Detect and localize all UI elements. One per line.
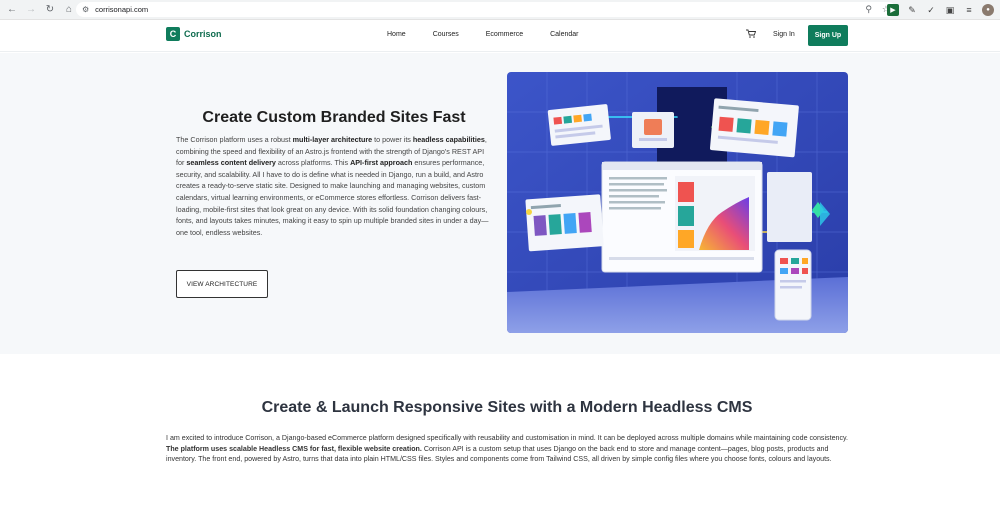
address-bar[interactable]: ⚙ corrisonapi.com ⚲ ☆ (76, 2, 896, 17)
nav-calendar[interactable]: Calendar (550, 31, 578, 38)
extensions-area: ▶ ✎ ✓ ▣ ≡ ● (887, 3, 994, 17)
site-logo[interactable]: C Corrison (166, 27, 222, 41)
hero-description: The Corrison platform uses a robust mult… (176, 135, 489, 237)
hero-section: Create Custom Branded Sites Fast The Cor… (0, 53, 1000, 354)
cart-icon[interactable] (746, 29, 757, 41)
back-button[interactable]: ← (5, 3, 19, 17)
tune-icon[interactable]: ⚙ (82, 5, 89, 14)
logo-text: Corrison (184, 29, 222, 39)
hero-illustration (507, 72, 848, 333)
section-description: I am excited to introduce Corrison, a Dj… (166, 434, 848, 464)
nav-courses[interactable]: Courses (433, 31, 459, 38)
profile-avatar[interactable]: ● (982, 4, 994, 16)
nav-home[interactable]: Home (387, 31, 406, 38)
logo-mark: C (166, 27, 180, 41)
site-header: C Corrison Home Courses Ecommerce Calend… (0, 20, 1000, 52)
home-button[interactable]: ⌂ (62, 3, 76, 17)
sign-up-button[interactable]: Sign Up (808, 25, 848, 46)
main-nav: Home Courses Ecommerce Calendar (387, 31, 606, 38)
view-architecture-button[interactable]: VIEW ARCHITECTURE (176, 270, 268, 298)
forward-button[interactable]: → (24, 3, 38, 17)
browser-toolbar: ← → ↻ ⌂ ⚙ corrisonapi.com ⚲ ☆ ▶ ✎ ✓ ▣ ≡ … (0, 0, 1000, 20)
hero-title: Create Custom Branded Sites Fast (202, 109, 466, 126)
extension-terminal-icon[interactable]: ▶ (887, 4, 899, 16)
puzzle-icon[interactable]: ▣ (944, 4, 956, 16)
pen-icon[interactable]: ✎ (906, 4, 918, 16)
url-text[interactable]: corrisonapi.com (95, 5, 148, 14)
nav-ecommerce[interactable]: Ecommerce (486, 31, 523, 38)
sign-in-link[interactable]: Sign In (773, 31, 795, 38)
reload-button[interactable]: ↻ (43, 3, 57, 17)
section-title: Create & Launch Responsive Sites with a … (261, 399, 753, 416)
eyedropper-icon[interactable]: ✓ (925, 4, 937, 16)
magnifier-icon[interactable]: ⚲ (865, 4, 872, 15)
reading-list-icon[interactable]: ≡ (963, 4, 975, 16)
